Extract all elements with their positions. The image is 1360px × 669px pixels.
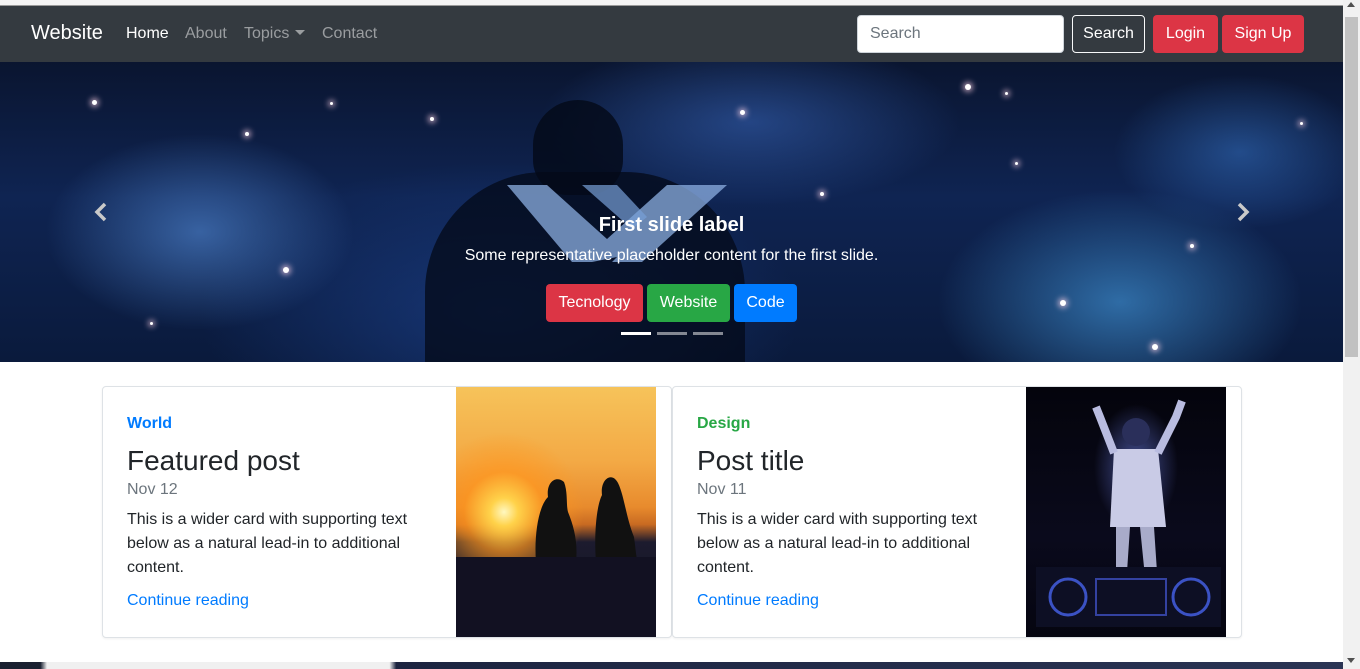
- signup-button[interactable]: Sign Up: [1222, 15, 1304, 53]
- featured-post-card: World Featured post Nov 12 This is a wid…: [102, 386, 672, 638]
- card-image-sunset: [456, 387, 656, 637]
- carousel-caption-text: Some representative placeholder content …: [464, 247, 879, 264]
- card-image-dj: [1026, 387, 1226, 637]
- tag-button-code[interactable]: Code: [734, 284, 797, 322]
- card-category: Design: [697, 415, 751, 432]
- scroll-down-arrow-icon[interactable]: [1347, 658, 1355, 663]
- sunset-silhouettes-graphic: [456, 477, 656, 637]
- scroll-up-arrow-icon[interactable]: [1347, 2, 1355, 7]
- scroll-thumb[interactable]: [1345, 17, 1358, 357]
- star-decoration: [965, 84, 971, 90]
- star-decoration: [330, 102, 333, 105]
- tag-button-website[interactable]: Website: [647, 284, 730, 322]
- card-title: Featured post: [127, 445, 300, 476]
- star-decoration: [92, 100, 97, 105]
- carousel-indicator-1[interactable]: [621, 332, 651, 335]
- star-decoration: [150, 322, 153, 325]
- card-date: Nov 11: [697, 481, 747, 498]
- navbar-brand[interactable]: Website: [31, 22, 103, 45]
- nav-link-about[interactable]: About: [185, 25, 227, 43]
- nav-dropdown-topics[interactable]: Topics: [244, 25, 306, 43]
- star-decoration: [430, 117, 434, 121]
- nav-link-contact[interactable]: Contact: [322, 25, 377, 43]
- nav-link-topics-label: Topics: [244, 25, 290, 42]
- card-text: This is a wider card with supporting tex…: [127, 511, 408, 576]
- star-decoration: [820, 192, 824, 196]
- search-input[interactable]: [857, 15, 1064, 53]
- hero-carousel: First slide label Some representative pl…: [0, 62, 1343, 362]
- dj-performer-graphic: [1036, 399, 1221, 627]
- card-category: World: [127, 415, 173, 432]
- post-title-card: Design Post title Nov 11 This is a wider…: [672, 386, 1242, 638]
- caret-down-icon: [295, 30, 306, 35]
- carousel-indicator-3[interactable]: [693, 332, 723, 335]
- continue-reading-link[interactable]: Continue reading: [127, 592, 249, 610]
- nav-link-home[interactable]: Home: [126, 25, 169, 43]
- carousel-caption-title: First slide label: [598, 214, 745, 236]
- star-decoration: [283, 267, 289, 273]
- star-decoration: [1152, 344, 1158, 350]
- star-decoration: [740, 110, 745, 115]
- star-decoration: [1060, 300, 1066, 306]
- next-section-preview: [0, 662, 1343, 669]
- star-decoration: [1015, 162, 1018, 165]
- star-decoration: [1005, 92, 1008, 95]
- carousel-indicator-2[interactable]: [657, 332, 687, 335]
- navbar: Website Home About Topics Contact Search…: [0, 6, 1343, 62]
- search-button[interactable]: Search: [1072, 15, 1145, 53]
- continue-reading-link[interactable]: Continue reading: [697, 592, 819, 610]
- star-decoration: [245, 132, 249, 136]
- card-text: This is a wider card with supporting tex…: [697, 511, 978, 576]
- card-title: Post title: [697, 445, 805, 476]
- star-decoration: [1300, 122, 1303, 125]
- card-date: Nov 12: [127, 481, 178, 498]
- login-button[interactable]: Login: [1153, 15, 1218, 53]
- page-scrollbar[interactable]: [1343, 0, 1360, 669]
- tag-button-technology[interactable]: Tecnology: [546, 284, 643, 322]
